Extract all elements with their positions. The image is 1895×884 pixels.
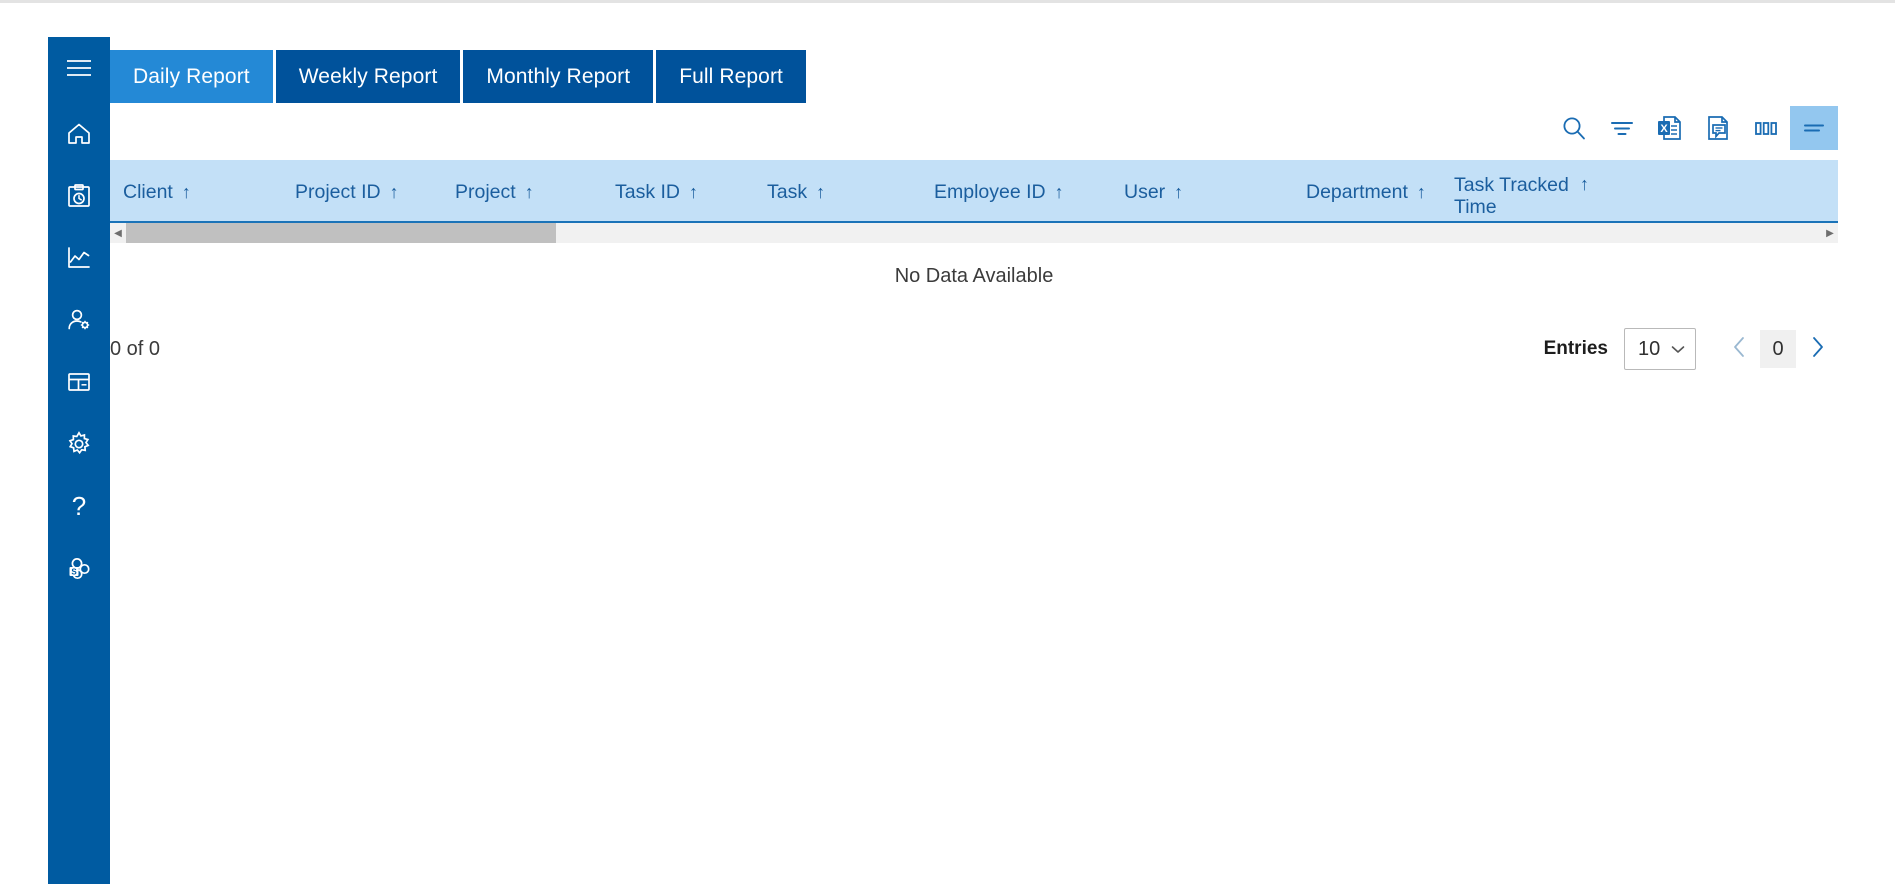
report-table: Client ↑ Project ID ↑ Project ↑ Task ID … bbox=[110, 160, 1838, 288]
sidebar: ? S bbox=[48, 37, 110, 884]
filter-button[interactable] bbox=[1598, 106, 1646, 150]
sidebar-item-home[interactable] bbox=[48, 103, 110, 165]
tab-daily-report[interactable]: Daily Report bbox=[110, 50, 273, 103]
top-divider bbox=[0, 0, 1895, 3]
empty-state-message: No Data Available bbox=[894, 265, 1054, 287]
table-footer: 0 of 0 Entries 10 0 bbox=[110, 327, 1838, 371]
report-tabs: Daily Report Weekly Report Monthly Repor… bbox=[110, 50, 806, 103]
horizontal-scrollbar[interactable]: ◀ ▶ bbox=[110, 223, 1838, 243]
home-icon bbox=[66, 121, 92, 147]
search-icon bbox=[1560, 114, 1588, 142]
entries-per-page-select[interactable]: 10 bbox=[1624, 328, 1696, 370]
export-excel-button[interactable]: X bbox=[1646, 106, 1694, 150]
svg-text:S: S bbox=[71, 567, 77, 576]
svg-text:X: X bbox=[1660, 123, 1668, 135]
chevron-down-icon bbox=[1671, 342, 1685, 357]
sidebar-item-user-management[interactable] bbox=[48, 289, 110, 351]
entries-per-page-value: 10 bbox=[1638, 337, 1661, 360]
hamburger-icon bbox=[66, 58, 92, 78]
sort-arrow-icon: ↑ bbox=[689, 182, 699, 202]
scrollbar-thumb[interactable] bbox=[126, 223, 556, 243]
sidebar-item-menu-toggle[interactable] bbox=[48, 37, 110, 99]
chevron-right-icon bbox=[1811, 336, 1824, 363]
line-chart-icon bbox=[66, 245, 92, 271]
pagination-controls: Entries 10 0 bbox=[1544, 328, 1838, 370]
tab-full-report[interactable]: Full Report bbox=[656, 50, 806, 103]
export-document-button[interactable] bbox=[1694, 106, 1742, 150]
scrollbar-track[interactable] bbox=[126, 223, 1822, 243]
column-header-department[interactable]: Department ↑ bbox=[1306, 160, 1454, 221]
sharepoint-icon: S bbox=[65, 555, 93, 581]
column-header-task-tracked-time[interactable]: Task Tracked Time ↑ bbox=[1454, 160, 1589, 221]
gear-icon bbox=[66, 431, 92, 457]
sidebar-item-settings[interactable] bbox=[48, 413, 110, 475]
clipboard-clock-icon bbox=[66, 183, 92, 209]
document-notes-icon bbox=[1704, 114, 1732, 142]
sort-arrow-icon: ↑ bbox=[181, 182, 191, 202]
list-menu-icon bbox=[1800, 114, 1828, 142]
app-root: ? S Daily Report Weekly Report Monthly R… bbox=[0, 0, 1895, 884]
next-page-button[interactable] bbox=[1796, 328, 1838, 370]
sidebar-item-help[interactable]: ? bbox=[48, 475, 110, 537]
chevron-left-icon bbox=[1733, 336, 1746, 363]
table-header-row: Client ↑ Project ID ↑ Project ↑ Task ID … bbox=[110, 160, 1838, 223]
record-count: 0 of 0 bbox=[110, 337, 161, 360]
sidebar-item-timesheet[interactable] bbox=[48, 165, 110, 227]
sort-arrow-icon: ↑ bbox=[1174, 182, 1184, 202]
question-mark-icon: ? bbox=[71, 491, 87, 521]
sidebar-item-reports[interactable] bbox=[48, 227, 110, 289]
column-header-user[interactable]: User ↑ bbox=[1124, 160, 1306, 221]
scroll-left-arrow-icon[interactable]: ◀ bbox=[110, 223, 126, 243]
column-header-employee-id[interactable]: Employee ID ↑ bbox=[934, 160, 1124, 221]
sort-arrow-icon: ↑ bbox=[816, 182, 826, 202]
tab-monthly-report[interactable]: Monthly Report bbox=[463, 50, 654, 103]
sort-arrow-icon: ↑ bbox=[1580, 174, 1589, 194]
table-toolbar: X bbox=[1550, 106, 1838, 150]
sidebar-item-projects[interactable] bbox=[48, 351, 110, 413]
column-header-task[interactable]: Task ↑ bbox=[767, 160, 934, 221]
excel-export-icon: X bbox=[1656, 114, 1684, 142]
scroll-right-arrow-icon[interactable]: ▶ bbox=[1822, 223, 1838, 243]
sort-arrow-icon: ↑ bbox=[524, 182, 534, 202]
current-page-number[interactable]: 0 bbox=[1760, 330, 1796, 368]
sort-arrow-icon: ↑ bbox=[389, 182, 399, 202]
column-header-project-id[interactable]: Project ID ↑ bbox=[295, 160, 455, 221]
sidebar-item-integrations[interactable]: S bbox=[48, 537, 110, 599]
user-settings-icon bbox=[66, 307, 92, 333]
column-header-client[interactable]: Client ↑ bbox=[110, 160, 295, 221]
sort-arrow-icon: ↑ bbox=[1416, 182, 1426, 202]
sort-arrow-icon: ↑ bbox=[1054, 182, 1064, 202]
entries-label: Entries bbox=[1543, 338, 1608, 359]
list-options-button[interactable] bbox=[1790, 106, 1838, 150]
columns-icon bbox=[1752, 114, 1780, 142]
search-button[interactable] bbox=[1550, 106, 1598, 150]
filter-icon bbox=[1608, 114, 1636, 142]
tab-weekly-report[interactable]: Weekly Report bbox=[275, 50, 461, 103]
column-header-task-id[interactable]: Task ID ↑ bbox=[615, 160, 767, 221]
column-header-project[interactable]: Project ↑ bbox=[455, 160, 615, 221]
previous-page-button[interactable] bbox=[1718, 328, 1760, 370]
window-panel-icon bbox=[66, 369, 92, 395]
choose-columns-button[interactable] bbox=[1742, 106, 1790, 150]
